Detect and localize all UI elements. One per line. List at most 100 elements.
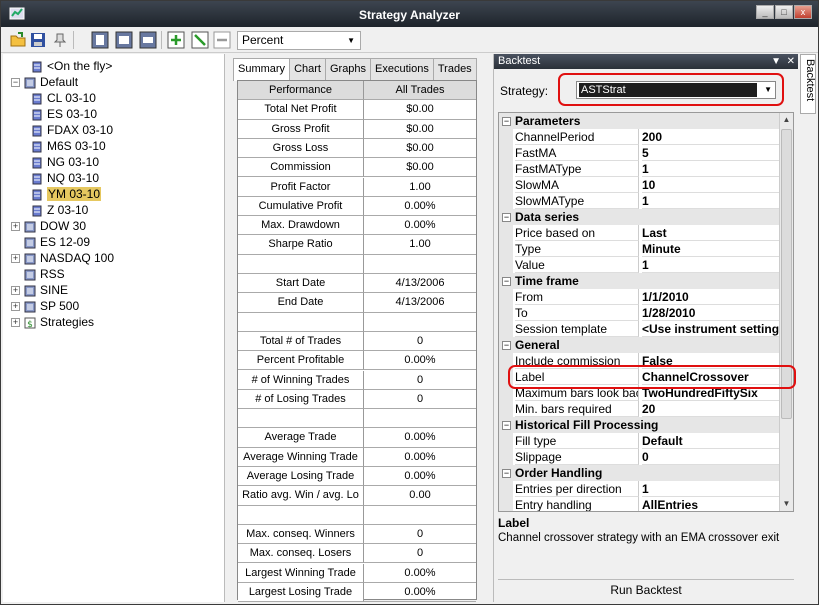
property-value[interactable]: Last bbox=[642, 225, 779, 241]
property-scrollbar[interactable]: ▲ ▼ bbox=[779, 113, 793, 511]
property-category[interactable]: − Order Handling bbox=[499, 465, 779, 481]
tree-item[interactable]: <On the fly> bbox=[31, 58, 112, 74]
run-backtest-button[interactable]: Run Backtest bbox=[498, 579, 794, 599]
save-icon[interactable] bbox=[29, 31, 47, 49]
property-row[interactable]: SlowMA 10 bbox=[499, 177, 779, 193]
pin-icon[interactable] bbox=[51, 31, 69, 49]
tree-item[interactable]: + SP 500 bbox=[11, 298, 79, 314]
property-row[interactable]: Fill type Default bbox=[499, 433, 779, 449]
property-row[interactable]: SlowMAType 1 bbox=[499, 193, 779, 209]
property-value[interactable]: 1/1/2010 bbox=[642, 289, 779, 305]
tab-summary[interactable]: Summary bbox=[233, 58, 291, 81]
property-value[interactable]: 1/28/2010 bbox=[642, 305, 779, 321]
property-row[interactable]: Entry handling AllEntries bbox=[499, 497, 779, 511]
property-value[interactable]: 20 bbox=[642, 401, 779, 417]
property-value[interactable]: 5 bbox=[642, 145, 779, 161]
collapse-icon[interactable]: − bbox=[502, 277, 511, 287]
collapse-icon[interactable]: − bbox=[502, 421, 511, 431]
metric-value: 1.00 bbox=[364, 235, 476, 255]
tree-item[interactable]: M6S 03-10 bbox=[31, 138, 106, 154]
tree-item[interactable]: + $ Strategies bbox=[11, 314, 94, 330]
display-unit-combo[interactable]: Percent ▼ bbox=[237, 31, 361, 50]
instrument-tree: <On the fly> − Default CL 03-10 ES 03-10 FDAX… bbox=[3, 54, 225, 602]
property-value[interactable]: 1 bbox=[642, 161, 779, 177]
property-value[interactable]: AllEntries bbox=[642, 497, 779, 511]
property-row[interactable]: FastMAType 1 bbox=[499, 161, 779, 177]
expand-icon[interactable]: + bbox=[11, 318, 20, 328]
wide-view-icon[interactable] bbox=[139, 31, 157, 49]
property-value[interactable]: <Use instrument settings> bbox=[642, 321, 779, 337]
tree-item[interactable]: RSS bbox=[11, 266, 65, 282]
column-view-icon[interactable] bbox=[91, 31, 109, 49]
tree-item[interactable]: + NASDAQ 100 bbox=[11, 250, 114, 266]
property-row[interactable]: FastMA 5 bbox=[499, 145, 779, 161]
tree-item[interactable]: + DOW 30 bbox=[11, 218, 86, 234]
tab-executions[interactable]: Executions bbox=[370, 58, 434, 80]
collapse-icon[interactable] bbox=[213, 31, 231, 49]
expand-icon[interactable]: + bbox=[11, 302, 20, 312]
collapse-icon[interactable]: − bbox=[11, 78, 20, 88]
property-row[interactable]: Price based on Last bbox=[499, 225, 779, 241]
close-icon[interactable]: ✕ bbox=[787, 54, 795, 69]
property-value[interactable]: 10 bbox=[642, 177, 779, 193]
property-row[interactable]: ChannelPeriod 200 bbox=[499, 129, 779, 145]
property-category[interactable]: − Historical Fill Processing bbox=[499, 417, 779, 433]
scroll-up-icon[interactable]: ▲ bbox=[780, 113, 793, 127]
property-value[interactable]: 1 bbox=[642, 257, 779, 273]
property-value[interactable]: 1 bbox=[642, 481, 779, 497]
property-value[interactable]: 1 bbox=[642, 193, 779, 209]
property-value[interactable]: Default bbox=[642, 433, 779, 449]
property-row[interactable]: Entries per direction 1 bbox=[499, 481, 779, 497]
property-category[interactable]: − Data series bbox=[499, 209, 779, 225]
tree-item[interactable]: Z 03-10 bbox=[31, 202, 88, 218]
tree-item[interactable]: NQ 03-10 bbox=[31, 170, 99, 186]
tree-item[interactable]: YM 03-10 bbox=[31, 186, 102, 202]
metric-value: 0 bbox=[364, 390, 476, 410]
property-row[interactable]: Min. bars required 20 bbox=[499, 401, 779, 417]
tree-item[interactable]: ES 03-10 bbox=[31, 106, 97, 122]
property-value[interactable]: Minute bbox=[642, 241, 779, 257]
collapse-icon[interactable]: − bbox=[502, 341, 511, 351]
collapse-icon[interactable]: − bbox=[502, 117, 511, 127]
row-gutter bbox=[499, 449, 513, 465]
tree-item[interactable]: FDAX 03-10 bbox=[31, 122, 113, 138]
pin-icon[interactable]: ▼ bbox=[771, 54, 781, 69]
property-row[interactable]: Type Minute bbox=[499, 241, 779, 257]
expand-icon[interactable]: + bbox=[11, 286, 20, 296]
close-button[interactable]: x bbox=[794, 5, 812, 19]
tree-item-label: ES 12-09 bbox=[40, 235, 91, 249]
tree-item[interactable]: + SINE bbox=[11, 282, 68, 298]
collapse-icon[interactable]: − bbox=[502, 213, 511, 223]
property-row[interactable]: Slippage 0 bbox=[499, 449, 779, 465]
remove-icon[interactable] bbox=[191, 31, 209, 49]
table-row: Gross Loss $0.00 bbox=[238, 138, 476, 159]
tree-item[interactable]: − Default bbox=[11, 74, 78, 90]
add-icon[interactable] bbox=[167, 31, 185, 49]
expand-icon[interactable]: + bbox=[11, 222, 20, 232]
tree-item[interactable]: CL 03-10 bbox=[31, 90, 96, 106]
tab-chart[interactable]: Chart bbox=[289, 58, 326, 80]
open-folder-icon[interactable] bbox=[9, 31, 27, 49]
grid-view-icon[interactable] bbox=[115, 31, 133, 49]
property-row[interactable]: Session template <Use instrument settings… bbox=[499, 321, 779, 337]
property-row[interactable]: To 1/28/2010 bbox=[499, 305, 779, 321]
maximize-button[interactable]: □ bbox=[775, 5, 793, 19]
expand-icon[interactable]: + bbox=[11, 254, 20, 264]
property-row[interactable]: From 1/1/2010 bbox=[499, 289, 779, 305]
property-value[interactable]: 0 bbox=[642, 449, 779, 465]
collapse-icon[interactable]: − bbox=[502, 469, 511, 479]
backtest-side-tab[interactable]: Backtest bbox=[800, 54, 816, 114]
property-name: FastMA bbox=[515, 145, 639, 161]
tree-item[interactable]: NG 03-10 bbox=[31, 154, 99, 170]
table-row: # of Losing Trades 0 bbox=[238, 389, 476, 410]
scroll-down-icon[interactable]: ▼ bbox=[780, 497, 793, 511]
property-category[interactable]: − General bbox=[499, 337, 779, 353]
property-row[interactable]: Value 1 bbox=[499, 257, 779, 273]
tab-graphs[interactable]: Graphs bbox=[324, 58, 372, 80]
tree-item[interactable]: ES 12-09 bbox=[11, 234, 90, 250]
property-category[interactable]: − Parameters bbox=[499, 113, 779, 129]
minimize-button[interactable]: _ bbox=[756, 5, 774, 19]
tab-trades[interactable]: Trades bbox=[432, 58, 477, 80]
property-category[interactable]: − Time frame bbox=[499, 273, 779, 289]
property-value[interactable]: 200 bbox=[642, 129, 779, 145]
